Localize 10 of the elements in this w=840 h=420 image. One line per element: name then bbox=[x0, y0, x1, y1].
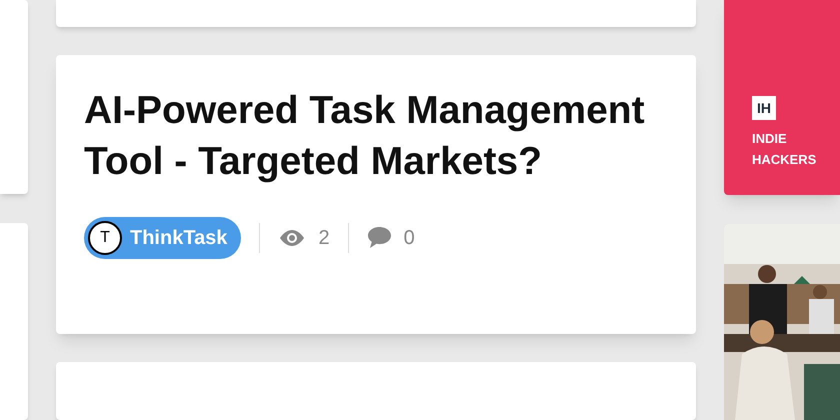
eye-icon bbox=[278, 228, 306, 247]
post-title[interactable]: AI-Powered Task Management Tool - Targeted Markets? bbox=[84, 84, 668, 187]
view-count: 2 bbox=[318, 226, 330, 251]
comment-count: 0 bbox=[404, 226, 415, 251]
sponsor-name: INDIE HACKERS bbox=[752, 130, 818, 169]
sponsor-logo: IH bbox=[752, 96, 776, 120]
group-avatar: T bbox=[88, 220, 122, 255]
sponsor-card[interactable]: IH INDIE HACKERS bbox=[724, 0, 840, 195]
group-tag[interactable]: T ThinkTask bbox=[84, 216, 242, 259]
comment-icon bbox=[366, 226, 392, 250]
